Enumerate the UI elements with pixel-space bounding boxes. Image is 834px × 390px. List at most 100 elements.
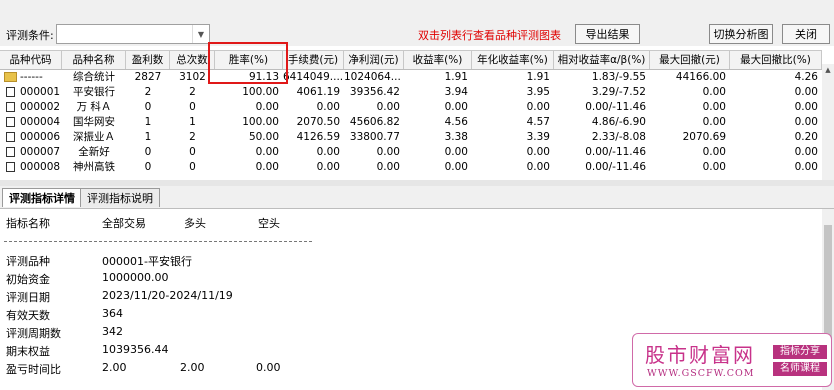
checkbox-icon[interactable] <box>6 102 15 112</box>
tab-metric-description-label: 评测指标说明 <box>87 192 153 205</box>
table-cell: 0.00 <box>376 161 400 173</box>
table-row[interactable]: 000002 万 科Ａ 0 0 0.00 0.00 0.00 0.00 0.00 0.00/-11… <box>0 100 822 115</box>
table-cell: 0.00 <box>702 161 726 173</box>
table-row[interactable]: 000007 全新好 0 0 0.00 0.00 0.00 0.00 0.00 0.00/-11.… <box>0 145 822 160</box>
checkbox-icon[interactable] <box>6 87 15 97</box>
table-cell: 0.00 <box>316 101 340 113</box>
table-cell: 4.56 <box>444 116 468 128</box>
condition-label: 评测条件: <box>6 29 54 42</box>
table-cell: 平安银行 <box>73 86 115 98</box>
chevron-down-icon[interactable]: ▼ <box>192 25 209 43</box>
table-cell: 0.00 <box>702 101 726 113</box>
table-cell: 2827 <box>134 71 162 83</box>
table-cell: 神州高铁 <box>73 161 115 173</box>
table-cell: 0.00/-11.46 <box>585 146 646 158</box>
table-cell: 1024064... <box>344 71 401 83</box>
table-row[interactable]: 000008 神州高铁 0 0 0.00 0.00 0.00 0.00 0.00 0.00/-11… <box>0 160 822 175</box>
table-row[interactable]: 000001 平安银行 2 2 100.00 4061.19 39356.42 3.94 3.9… <box>0 85 822 100</box>
table-cell: 000007 <box>20 146 61 158</box>
checkbox-icon[interactable] <box>6 147 15 157</box>
table-cell: 0.00 <box>376 101 400 113</box>
toolbar: 评测条件: ▼ 双击列表行查看品种评测图表 导出结果 切换分析图 关闭 <box>0 0 834 46</box>
switch-chart-button[interactable]: 切换分析图 <box>709 24 773 44</box>
detail-item-label: 评测品种 <box>6 255 50 268</box>
table-cell: 0 <box>144 161 152 173</box>
checkbox-icon[interactable] <box>6 162 15 172</box>
table-cell: 100.00 <box>242 116 279 128</box>
watermark-tag-indicators: 指标分享 <box>773 345 827 359</box>
detail-item-value: 2.00 <box>102 361 127 374</box>
table-cell: 0.00 <box>316 161 340 173</box>
table-cell: 1.91 <box>526 71 550 83</box>
table-cell: 0.00 <box>444 101 468 113</box>
column-header[interactable]: 手续费(元) <box>283 51 344 69</box>
table-cell: 0.00/-11.46 <box>585 161 646 173</box>
detail-item-value: 1039356.44 <box>102 343 169 356</box>
table-row[interactable]: 000006 深振业Ａ 1 2 50.00 4126.59 33800.77 3.38 3.39… <box>0 130 822 145</box>
checkbox-icon[interactable] <box>6 132 15 142</box>
table-header: 品种代码 品种名称 盈利数 总次数 胜率(%) 手续费(元) 净利润(元) 收益率(%) 年化收… <box>0 51 822 70</box>
table-cell: 33800.77 <box>349 131 400 143</box>
checkbox-icon[interactable] <box>6 117 15 127</box>
table-cell: 2.33/-8.08 <box>591 131 646 143</box>
table-cell: 0.00 <box>376 146 400 158</box>
column-header[interactable]: 相对收益率α/β(%) <box>554 51 650 69</box>
table-cell: 4126.59 <box>296 131 340 143</box>
column-header[interactable]: 收益率(%) <box>404 51 472 69</box>
column-header[interactable]: 净利润(元) <box>344 51 404 69</box>
table-cell: 44166.00 <box>675 71 726 83</box>
table-cell: 0 <box>144 101 152 113</box>
detail-item-label: 初始资金 <box>6 273 50 286</box>
column-header[interactable]: 最大回撤比(%) <box>730 51 822 69</box>
column-header[interactable]: 盈利数 <box>126 51 170 69</box>
table-cell: 0.00 <box>794 101 818 113</box>
condition-combo[interactable]: ▼ <box>56 24 210 44</box>
table-cell: 2070.69 <box>682 131 726 143</box>
table-cell: 0.00 <box>794 161 818 173</box>
results-table[interactable]: 品种代码 品种名称 盈利数 总次数 胜率(%) 手续费(元) 净利润(元) 收益率(%) 年化收… <box>0 50 822 181</box>
table-cell: 2070.50 <box>296 116 340 128</box>
detail-item-value: 364 <box>102 307 123 320</box>
detail-col-long: 多头 <box>184 217 206 230</box>
table-cell: 0.00 <box>444 161 468 173</box>
export-button[interactable]: 导出结果 <box>575 24 640 44</box>
column-header[interactable]: 品种代码 <box>0 51 62 69</box>
table-cell: 000006 <box>20 131 61 143</box>
table-row[interactable]: ------ 综合统计 2827 3102 91.13 6414049.... 102406… <box>0 70 822 85</box>
table-cell: 1 <box>144 131 152 143</box>
scroll-up-icon[interactable]: ▲ <box>822 64 834 76</box>
detail-separator <box>4 241 312 242</box>
table-cell: 3.38 <box>444 131 468 143</box>
table-cell: 0.00 <box>526 101 550 113</box>
watermark-title: 股市财富网 <box>645 343 755 367</box>
table-cell: 3.94 <box>444 86 468 98</box>
table-cell: 39356.42 <box>349 86 400 98</box>
table-cell: 全新好 <box>78 146 110 158</box>
close-button[interactable]: 关闭 <box>782 24 830 44</box>
table-cell: 0 <box>189 161 196 173</box>
table-cell: 2 <box>189 86 196 98</box>
hint-text: 双击列表行查看品种评测图表 <box>418 29 561 42</box>
table-cell: 0.00 <box>255 101 279 113</box>
table-cell: 0 <box>144 146 152 158</box>
watermark-url: WWW.GSCFW.COM <box>647 368 755 379</box>
table-cell: 3.39 <box>526 131 550 143</box>
tab-metric-description[interactable]: 评测指标说明 <box>80 188 160 207</box>
detail-col-short: 空头 <box>258 217 280 230</box>
detail-col-name: 指标名称 <box>6 217 50 230</box>
table-row[interactable]: 000004 国华网安 1 1 100.00 2070.50 45606.82 4.56 4.5… <box>0 115 822 130</box>
column-header[interactable]: 最大回撤(元) <box>650 51 730 69</box>
table-cell: 0.00 <box>526 146 550 158</box>
table-cell: 1 <box>144 116 152 128</box>
table-cell: 0.00 <box>702 116 726 128</box>
table-cell: 3.29/-7.52 <box>591 86 646 98</box>
column-header[interactable]: 年化收益率(%) <box>472 51 554 69</box>
table-scrollbar[interactable]: ▲ <box>822 64 834 180</box>
table-cell: 45606.82 <box>349 116 400 128</box>
tab-metric-details[interactable]: 评测指标详情 <box>2 188 82 207</box>
table-cell: 0 <box>189 146 196 158</box>
table-cell: 000004 <box>20 116 61 128</box>
table-cell: 000001 <box>20 86 61 98</box>
column-header[interactable]: 品种名称 <box>62 51 126 69</box>
table-cell: 4061.19 <box>296 86 340 98</box>
